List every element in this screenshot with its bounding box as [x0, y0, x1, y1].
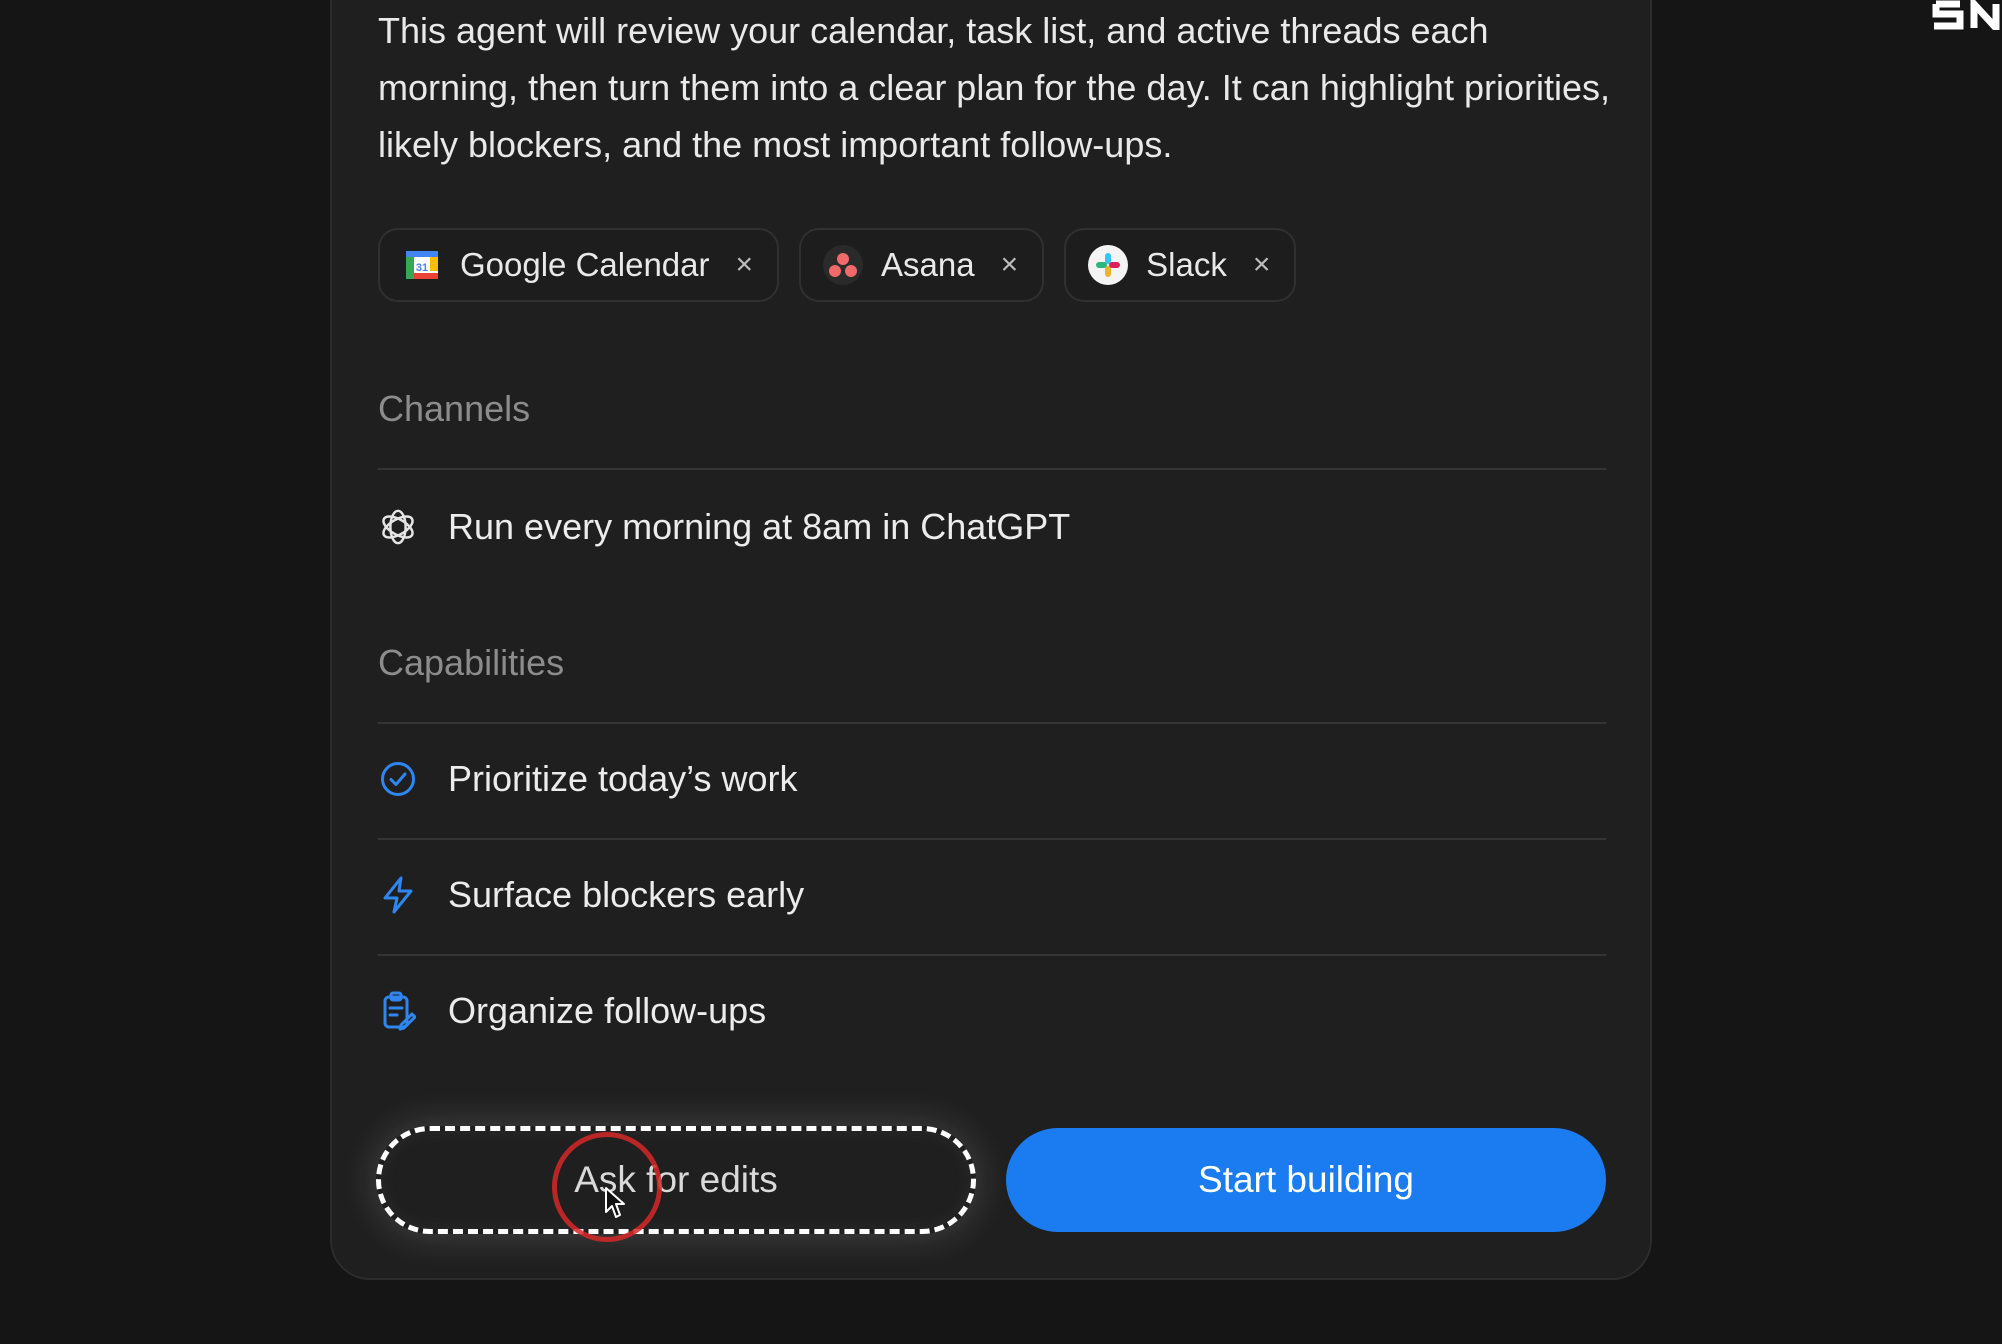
agent-description: This agent will review your calendar, ta… [378, 10, 1610, 165]
capabilities-divider [378, 722, 1606, 724]
capability-item-blockers[interactable]: Surface blockers early [378, 874, 804, 916]
svg-text:31: 31 [416, 262, 428, 274]
chatgpt-icon [378, 507, 418, 547]
connector-chip-google-calendar[interactable]: 31 Google Calendar × [378, 228, 780, 302]
capabilities-heading: Capabilities [378, 642, 565, 683]
capability-divider [378, 838, 1606, 840]
connector-chips: 31 Google Calendar × Asana × Slack × [378, 228, 1297, 302]
slack-icon [1088, 245, 1129, 285]
connector-chip-asana[interactable]: Asana × [799, 228, 1045, 302]
channels-heading: Channels [378, 388, 531, 429]
remove-asana-icon[interactable]: × [1001, 248, 1019, 282]
clipboard-edit-icon [378, 991, 418, 1031]
channels-divider [378, 468, 1606, 470]
connector-label: Slack [1146, 246, 1227, 283]
remove-google-calendar-icon[interactable]: × [736, 248, 754, 282]
channel-item[interactable]: Run every morning at 8am in ChatGPT [378, 506, 1070, 548]
capability-item-prioritize[interactable]: Prioritize today’s work [378, 758, 797, 800]
channel-label: Run every morning at 8am in ChatGPT [448, 506, 1071, 547]
capability-label: Organize follow-ups [448, 990, 767, 1031]
capability-item-follow-ups[interactable]: Organize follow-ups [378, 990, 766, 1032]
capability-label: Prioritize today’s work [448, 758, 798, 799]
capability-divider [378, 954, 1606, 956]
ask-for-edits-button[interactable]: Ask for edits [376, 1126, 976, 1234]
lightning-icon [378, 875, 418, 915]
google-calendar-icon: 31 [402, 245, 442, 285]
connector-label: Asana [881, 246, 975, 283]
connector-chip-slack[interactable]: Slack × [1064, 228, 1297, 302]
agent-card [330, 0, 1652, 1280]
start-building-button[interactable]: Start building [1006, 1128, 1606, 1232]
screen: This agent will review your calendar, ta… [0, 0, 2002, 1344]
connector-label: Google Calendar [460, 246, 710, 283]
capability-label: Surface blockers early [448, 874, 805, 915]
check-circle-icon [378, 759, 418, 799]
corner-logo-icon [1930, 0, 2002, 30]
asana-icon [823, 245, 864, 285]
remove-slack-icon[interactable]: × [1253, 248, 1271, 282]
